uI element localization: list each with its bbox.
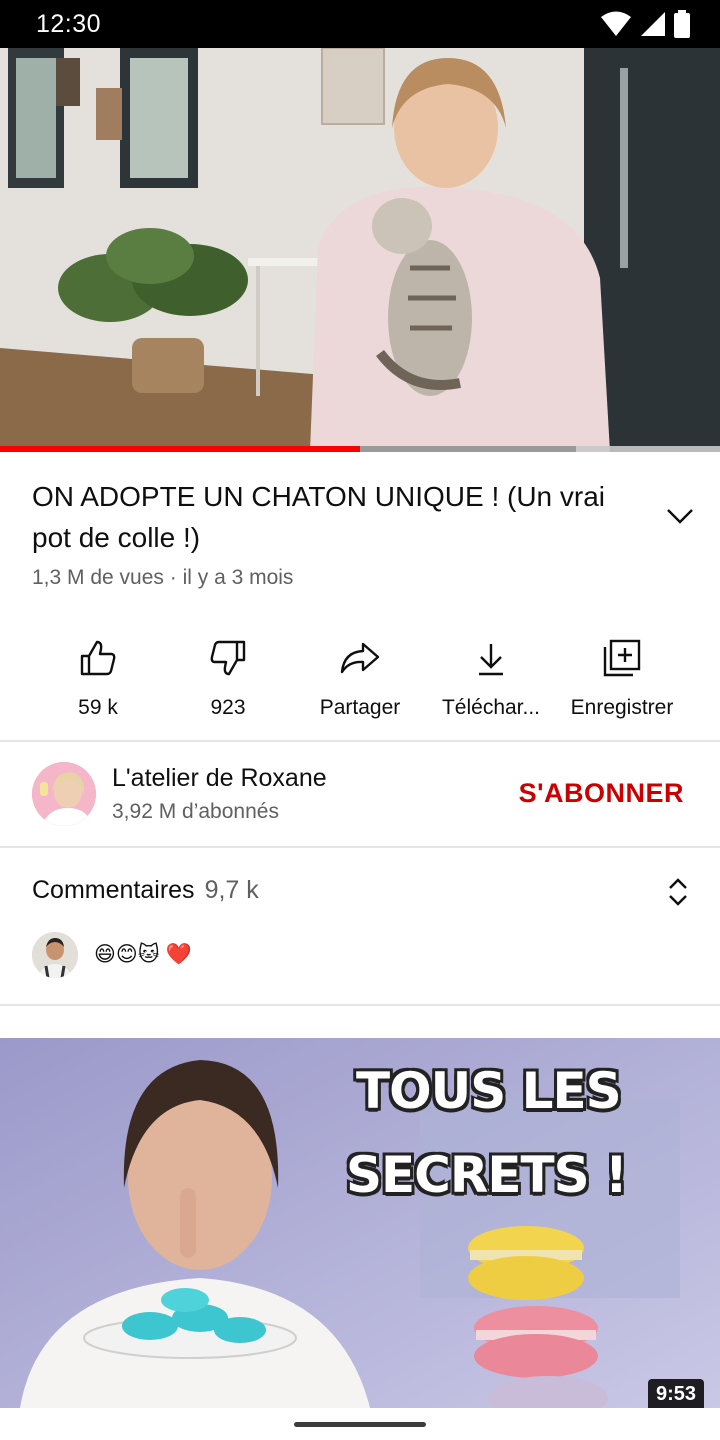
save-playlist-icon — [603, 639, 641, 677]
download-button[interactable]: Téléchar... — [421, 632, 561, 732]
next-video-thumbnail[interactable]: TOUS LES SECRETS ! 9:53 — [0, 1038, 720, 1408]
video-player[interactable] — [0, 48, 720, 452]
download-icon — [479, 644, 503, 676]
divider — [0, 1004, 720, 1006]
commenter-avatar — [32, 932, 78, 978]
wifi-icon — [601, 11, 631, 36]
thumbs-down-icon — [210, 640, 246, 676]
thumbnail-text-line1: TOUS LES — [356, 1062, 622, 1120]
save-button[interactable]: Enregistrer — [552, 632, 692, 732]
video-progress-bar[interactable] — [0, 446, 720, 452]
comments-count: 9,7 k — [204, 876, 259, 904]
like-count: 59 k — [78, 696, 118, 719]
comments-title: Commentaires — [32, 876, 195, 904]
expand-description-button[interactable] — [660, 498, 700, 534]
comments-header: Commentaires 9,7 k — [32, 876, 259, 905]
video-frame — [0, 48, 720, 452]
share-icon — [340, 642, 380, 674]
dislike-count: 923 — [210, 696, 246, 719]
action-row: 59 k 923 Partager Téléchar... Enregistre… — [0, 632, 720, 732]
video-title: ON ADOPTE UN CHATON UNIQUE ! (Un vrai po… — [32, 481, 606, 553]
comments-expand-button[interactable] — [660, 874, 696, 910]
dislike-button[interactable]: 923 — [158, 632, 298, 732]
status-icons — [600, 10, 690, 38]
like-button[interactable]: 59 k — [28, 632, 168, 732]
subscriber-count: 3,92 M d’abonnés — [112, 800, 279, 823]
thumbs-up-icon — [80, 640, 116, 676]
save-label: Enregistrer — [570, 696, 674, 719]
channel-name[interactable]: L'atelier de Roxane — [112, 764, 327, 793]
progress-played — [0, 446, 360, 452]
unfold-icon — [669, 878, 687, 906]
home-gesture-handle[interactable] — [294, 1422, 426, 1427]
divider — [0, 740, 720, 742]
comment-preview: 😄😊🐱 ❤️ — [94, 943, 192, 966]
status-time: 12:30 — [36, 10, 102, 38]
channel-row[interactable]: L'atelier de Roxane 3,92 M d’abonnés S'A… — [0, 744, 720, 844]
chevron-down-icon — [667, 509, 693, 524]
cellular-signal-icon — [641, 12, 665, 36]
status-bar: 12:30 — [0, 0, 720, 48]
share-button[interactable]: Partager — [290, 632, 430, 732]
comments-section[interactable]: Commentaires 9,7 k 😄😊🐱 ❤️ — [0, 848, 720, 1004]
subscribe-button[interactable]: S'ABONNER — [519, 778, 684, 809]
gesture-nav-bar — [0, 1408, 720, 1440]
video-title-block[interactable]: ON ADOPTE UN CHATON UNIQUE ! (Un vrai po… — [32, 476, 632, 558]
video-duration-badge: 9:53 — [647, 1379, 704, 1408]
video-meta: 1,3 M de vues · il y a 3 mois — [32, 566, 294, 589]
channel-avatar[interactable] — [32, 762, 96, 826]
download-label: Téléchar... — [441, 696, 541, 719]
share-label: Partager — [319, 696, 401, 719]
battery-icon — [674, 10, 690, 38]
thumbnail-text-line2: SECRETS ! — [346, 1146, 628, 1204]
